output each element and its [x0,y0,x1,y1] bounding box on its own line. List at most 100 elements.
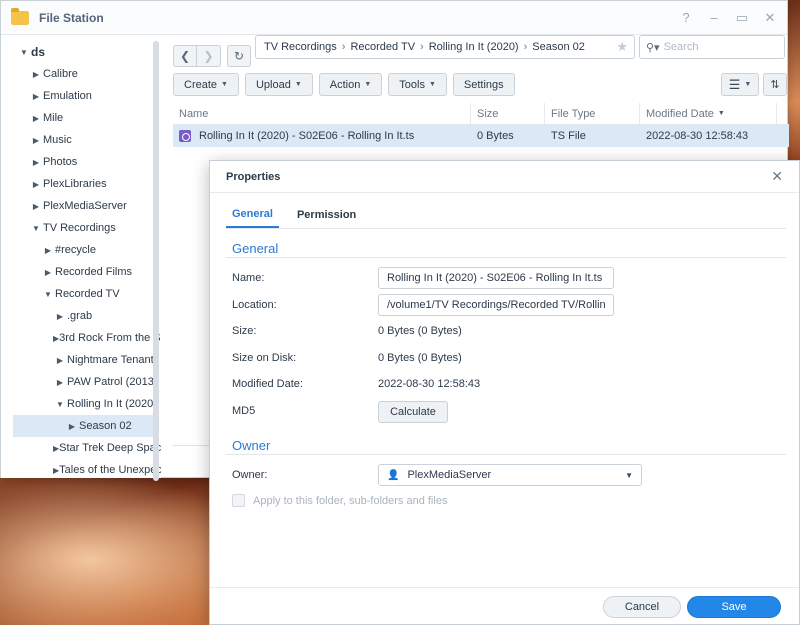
tree-item[interactable]: ▶ PlexMediaServer [1,195,161,217]
chevron-right-icon[interactable]: ▶ [53,378,67,387]
column-menu-icon[interactable]: ⋮ [777,103,794,124]
create-button[interactable]: Create ▼ [173,73,239,96]
sort-button[interactable]: ⇅ [763,73,787,96]
owner-select[interactable]: 👤 PlexMediaServer ▼ [378,464,642,486]
tree-item-label: Calibre [43,68,78,80]
name-label: Name: [232,272,265,284]
breadcrumb-item[interactable]: Recorded TV [350,41,415,53]
column-name[interactable]: Name [173,103,471,124]
tree-item[interactable]: ▶ Emulation [1,85,161,107]
tree-item-label: Emulation [43,90,92,102]
breadcrumb-item[interactable]: TV Recordings [264,41,337,53]
forward-button[interactable]: ❯ [197,45,221,67]
size-on-disk-value: 0 Bytes (0 Bytes) [378,352,462,364]
chevron-right-icon[interactable]: ▶ [65,422,79,431]
chevron-right-icon[interactable]: ▶ [29,136,43,145]
help-icon[interactable]: ? [679,10,693,26]
apply-recursive-checkbox[interactable] [232,494,245,507]
size-value: 0 Bytes (0 Bytes) [378,325,462,337]
action-toolbar: Create ▼ Upload ▼ Action ▼ Tools ▼ Settings [173,73,515,96]
action-button[interactable]: Action ▼ [318,73,383,96]
tree-item[interactable]: ▶ PAW Patrol (2013) [1,371,161,393]
tree-item-label: PlexLibraries [43,178,107,190]
tree-item[interactable]: ▶3rd Rock From the Sun [1,327,161,349]
table-row[interactable]: Rolling In It (2020) - S02E06 - Rolling … [173,125,789,147]
tree-item-label: Star Trek Deep Space Nine [59,442,161,454]
tree-item[interactable]: ▼ TV Recordings [1,217,161,239]
tab-general[interactable]: General [226,201,279,228]
tab-permission[interactable]: Permission [291,201,362,228]
chevron-right-icon[interactable]: ▶ [41,268,55,277]
minimize-icon[interactable]: – [707,10,721,26]
chevron-right-icon[interactable]: ▶ [53,356,67,365]
back-button[interactable]: ❮ [173,45,197,67]
upload-button[interactable]: Upload ▼ [244,73,313,96]
tree-item[interactable]: ▶ .grab [1,305,161,327]
tree-item-label: Nightmare Tenants [67,354,160,366]
calculate-button[interactable]: Calculate [378,401,448,423]
dialog-title-bar: Properties ✕ [210,161,799,193]
breadcrumb-item[interactable]: Rolling In It (2020) [429,41,519,53]
breadcrumb[interactable]: TV Recordings › Recorded TV › Rolling In… [255,35,635,59]
chevron-right-icon: › [523,41,528,53]
tools-button[interactable]: Tools ▼ [388,73,447,96]
cancel-button[interactable]: Cancel [603,596,681,618]
tree-item[interactable]: ▼ Recorded TV [1,283,161,305]
settings-button[interactable]: Settings [452,73,515,96]
chevron-down-icon[interactable]: ▼ [41,290,55,299]
chevron-right-icon[interactable]: ▶ [29,92,43,101]
tree-item[interactable]: ▶Tales of the Unexpected [1,459,161,478]
tree-item-label: Season 02 [79,420,132,432]
view-controls: ☰ ▼ ⇅ [721,73,787,96]
chevron-right-icon[interactable]: ▶ [29,202,43,211]
tree-item-label: #recycle [55,244,96,256]
breadcrumb-item[interactable]: Season 02 [532,41,585,53]
tree-item[interactable]: ▶ Calibre [1,63,161,85]
user-icon: 👤 [387,469,400,481]
tree-root[interactable]: ▼ ds [1,41,161,63]
chevron-down-icon[interactable]: ▼ [53,400,67,409]
save-button[interactable]: Save [687,596,781,618]
chevron-right-icon[interactable]: ▶ [29,158,43,167]
tree-item[interactable]: ▶ PlexLibraries [1,173,161,195]
close-icon[interactable]: ✕ [763,10,777,26]
column-size[interactable]: Size [471,103,545,124]
tree-item[interactable]: ▶ #recycle [1,239,161,261]
divider [226,454,786,455]
close-icon[interactable]: ✕ [771,168,783,185]
location-field[interactable] [378,294,614,316]
chevron-right-icon: › [420,41,424,53]
tree-item-label: Rolling In It (2020) [67,398,157,410]
chevron-right-icon: › [341,41,346,53]
chevron-down-icon[interactable]: ▼ [29,224,43,233]
view-mode-button[interactable]: ☰ ▼ [721,73,759,96]
size-label: Size: [232,325,257,337]
chevron-right-icon[interactable]: ▶ [29,114,43,123]
tree-scrollbar[interactable] [153,41,159,481]
column-file-type[interactable]: File Type [545,103,640,124]
sort-icon: ⇅ [770,79,780,91]
tree-item[interactable]: ▶ Recorded Films [1,261,161,283]
tree-item-label: Photos [43,156,78,168]
chevron-right-icon[interactable]: ▶ [41,246,55,255]
tree-item[interactable]: ▶ Mile [1,107,161,129]
search-icon[interactable]: ⚲▾ [646,41,660,54]
refresh-button[interactable]: ↻ [227,45,251,67]
star-icon[interactable]: ★ [616,39,628,55]
chevron-down-icon[interactable]: ▼ [17,48,31,57]
file-name-cell: Rolling In It (2020) - S02E06 - Rolling … [173,125,471,147]
chevron-right-icon[interactable]: ▶ [53,312,67,321]
search-input[interactable] [663,41,774,53]
caret-down-icon: ▼ [428,81,436,88]
tree-item[interactable]: ▶Star Trek Deep Space Nine [1,437,161,459]
tree-item[interactable]: ▼ Rolling In It (2020) [1,393,161,415]
maximize-icon[interactable]: ▭ [735,10,749,26]
column-modified-date[interactable]: Modified Date ▼ [640,103,777,124]
name-field[interactable] [378,267,614,289]
tree-item[interactable]: ▶ Nightmare Tenants [1,349,161,371]
chevron-right-icon[interactable]: ▶ [29,70,43,79]
tree-item[interactable]: ▶ Music [1,129,161,151]
chevron-right-icon[interactable]: ▶ [29,180,43,189]
tree-item[interactable]: ▶ Season 02 [13,415,153,437]
tree-item[interactable]: ▶ Photos [1,151,161,173]
